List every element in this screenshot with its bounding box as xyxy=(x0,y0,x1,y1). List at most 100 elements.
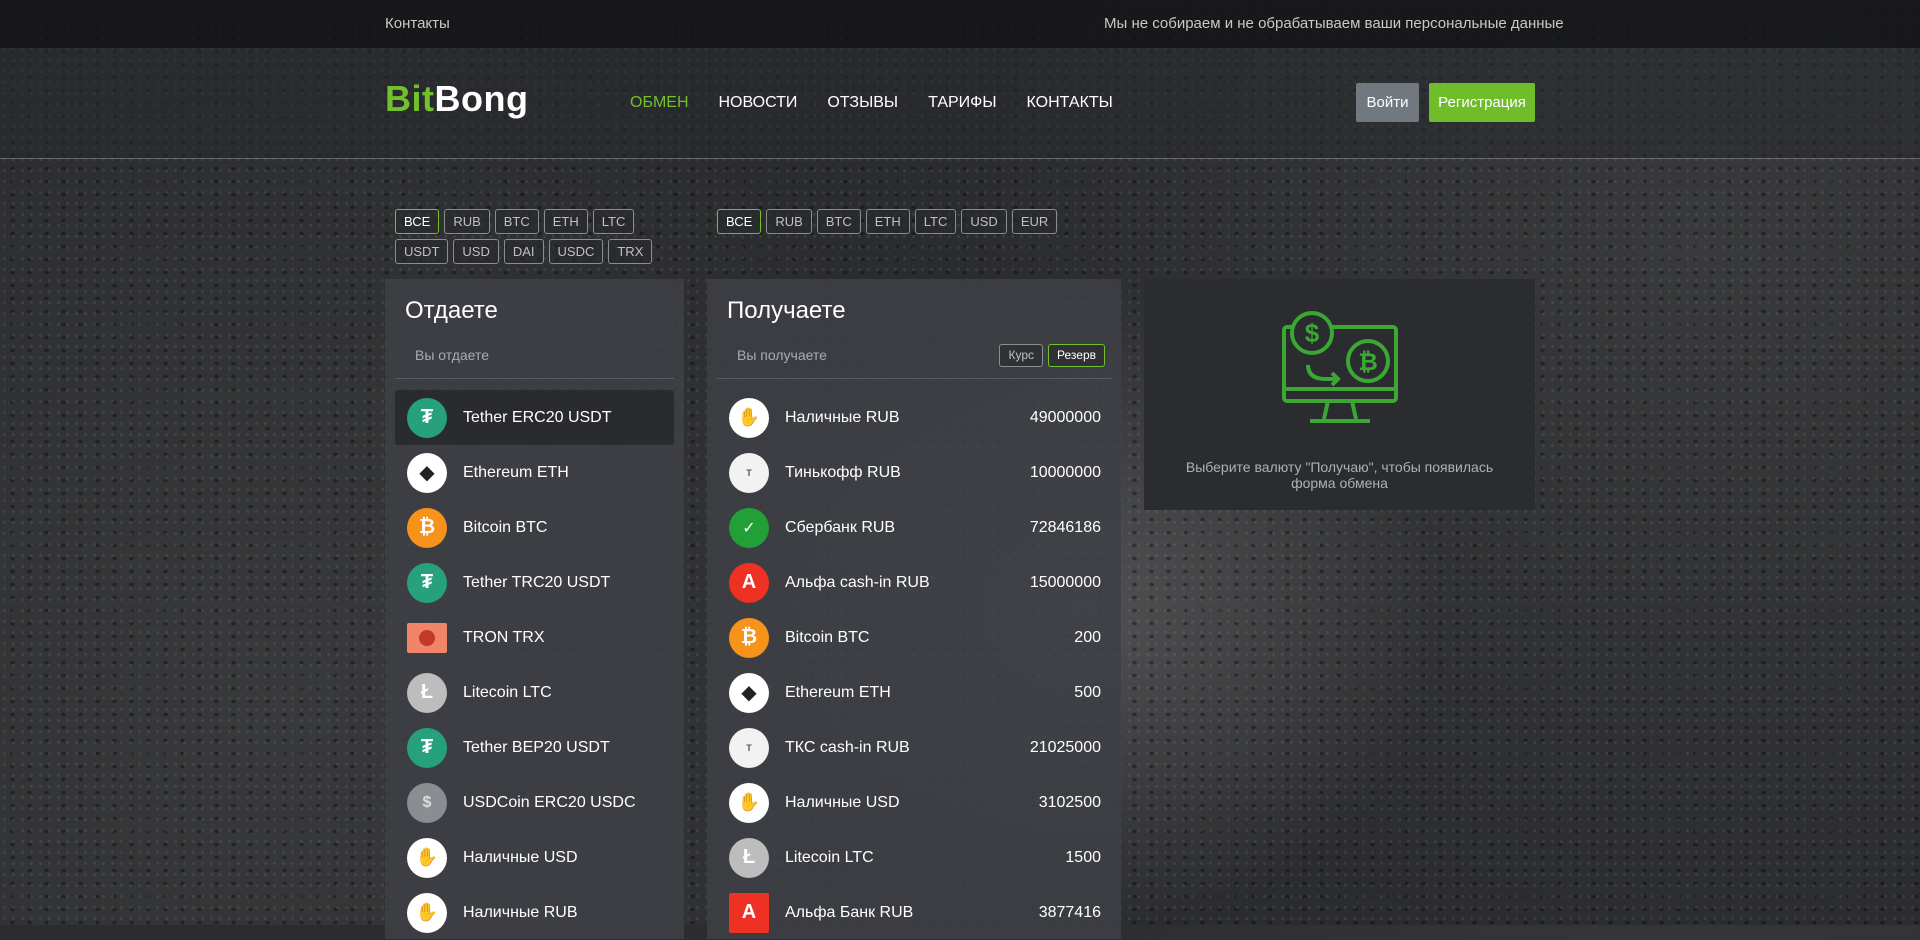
usdc-icon: $ xyxy=(407,782,447,823)
get-title: Получаете xyxy=(727,297,846,324)
get-item-label: Наличные USD xyxy=(785,793,900,811)
give-filter-btc[interactable]: BTC xyxy=(494,209,539,234)
give-item[interactable]: ✋ Наличные USD xyxy=(395,830,674,885)
ethereum-icon: ◆ xyxy=(729,672,769,713)
get-filter-ltc[interactable]: LTC xyxy=(914,209,957,234)
logo[interactable]: BitBong xyxy=(385,78,528,120)
alfa-icon: A xyxy=(729,562,769,603)
tinkoff-icon: T xyxy=(729,452,769,493)
cash-hand-icon: ✋ xyxy=(729,782,769,823)
tether-icon: ₮ xyxy=(407,562,447,603)
give-item-label: Ethereum ETH xyxy=(463,463,569,481)
bitcoin-icon: ₿ xyxy=(729,617,769,658)
nav-news[interactable]: НОВОСТИ xyxy=(719,94,798,112)
litecoin-icon: Ł xyxy=(407,672,447,713)
get-item[interactable]: ✋ Наличные RUB 49000000 xyxy=(717,390,1111,445)
get-filter-eth[interactable]: ETH xyxy=(865,209,910,234)
get-filter-rub[interactable]: RUB xyxy=(766,209,812,234)
give-item[interactable]: ₮ Tether ERC20 USDT xyxy=(395,390,674,445)
give-filter-rub[interactable]: RUB xyxy=(444,209,490,234)
exchange-info-panel: $ ₿ Выберите валюту "Получаю", чтобы поя… xyxy=(1144,279,1535,510)
cash-hand-icon: ✋ xyxy=(729,397,769,438)
get-item-label: Ethereum ETH xyxy=(785,683,891,701)
give-filter-eth[interactable]: ETH xyxy=(543,209,588,234)
bitcoin-icon: ₿ xyxy=(407,507,447,548)
get-filter-eur[interactable]: EUR xyxy=(1011,209,1058,234)
give-filter-dai[interactable]: DAI xyxy=(503,239,544,264)
get-filter-usd[interactable]: USD xyxy=(961,209,1007,234)
get-item-label: Альфа Банк RUB xyxy=(785,903,914,921)
get-item[interactable]: T ТКС cash-in RUB 21025000 xyxy=(717,720,1111,775)
get-item-label: Наличные RUB xyxy=(785,408,900,426)
privacy-notice: Мы не собираем и не обрабатываем ваши пе… xyxy=(1104,15,1564,32)
get-item-label: Bitcoin BTC xyxy=(785,628,870,646)
site-header: BitBong ОБМЕН НОВОСТИ ОТЗЫВЫ ТАРИФЫ КОНТ… xyxy=(0,48,1920,159)
give-item-label: USDCoin ERC20 USDC xyxy=(463,793,636,811)
get-item-reserve: 72846186 xyxy=(1029,518,1101,536)
give-item[interactable]: ₿ Bitcoin BTC xyxy=(395,500,674,555)
sberbank-icon: ✓ xyxy=(729,507,769,548)
top-contacts-link[interactable]: Контакты xyxy=(385,15,450,32)
cash-hand-icon: ✋ xyxy=(407,837,447,878)
get-item[interactable]: ✓ Сбербанк RUB 72846186 xyxy=(717,500,1111,555)
get-item-reserve: 200 xyxy=(1074,628,1101,646)
get-item-label: Litecoin LTC xyxy=(785,848,874,866)
get-filter-btc[interactable]: BTC xyxy=(816,209,861,234)
get-list: ✋ Наличные RUB 49000000 T Тинькофф RUB 1… xyxy=(717,390,1111,940)
sort-buttons: Курс Резерв xyxy=(999,344,1105,367)
give-item[interactable]: ✋ Наличные RUB xyxy=(395,885,674,940)
get-item-reserve: 1500 xyxy=(1065,848,1101,866)
give-filter-ltc[interactable]: LTC xyxy=(592,209,635,234)
give-filter-chips: ВСЕ RUB BTC ETH LTC USDT USD DAI USDC TR… xyxy=(395,209,675,264)
give-item-label: Наличные RUB xyxy=(463,903,578,921)
tether-icon: ₮ xyxy=(407,727,447,768)
give-filter-trx[interactable]: TRX xyxy=(608,239,653,264)
get-item[interactable]: A Альфа cash-in RUB 15000000 xyxy=(717,555,1111,610)
get-item[interactable]: A Альфа Банк RUB 3877416 xyxy=(717,885,1111,940)
get-filter-chips: ВСЕ RUB BTC ETH LTC USD EUR xyxy=(717,209,1117,234)
sort-rate-button[interactable]: Курс xyxy=(999,344,1044,367)
give-item[interactable]: $ USDCoin ERC20 USDC xyxy=(395,775,674,830)
give-filter-usdc[interactable]: USDC xyxy=(548,239,604,264)
give-item-label: Наличные USD xyxy=(463,848,578,866)
logo-text-white: Bong xyxy=(434,78,529,119)
get-item[interactable]: Ł Litecoin LTC 1500 xyxy=(717,830,1111,885)
give-filter-usd[interactable]: USD xyxy=(453,239,499,264)
exchange-info-text: Выберите валюту "Получаю", чтобы появила… xyxy=(1185,459,1494,491)
get-item[interactable]: T Тинькофф RUB 10000000 xyxy=(717,445,1111,500)
give-item[interactable]: TRON TRX xyxy=(395,610,674,665)
give-item[interactable]: ₮ Tether BEP20 USDT xyxy=(395,720,674,775)
register-button[interactable]: Регистрация xyxy=(1429,83,1535,122)
get-item[interactable]: ✋ Наличные USD 3102500 xyxy=(717,775,1111,830)
get-item[interactable]: ₿ Bitcoin BTC 200 xyxy=(717,610,1111,665)
svg-text:$: $ xyxy=(1305,318,1320,348)
give-item[interactable]: ◆ Ethereum ETH xyxy=(395,445,674,500)
sort-reserve-button[interactable]: Резерв xyxy=(1048,344,1105,367)
tinkoff-icon: T xyxy=(729,727,769,768)
nav-tariffs[interactable]: ТАРИФЫ xyxy=(928,94,996,112)
get-item[interactable]: ◆ Ethereum ETH 500 xyxy=(717,665,1111,720)
give-item-label: Tether ERC20 USDT xyxy=(463,408,612,426)
nav-exchange[interactable]: ОБМЕН xyxy=(630,94,689,112)
give-filter-usdt[interactable]: USDT xyxy=(395,239,449,264)
give-item[interactable]: Ł Litecoin LTC xyxy=(395,665,674,720)
get-item-reserve: 15000000 xyxy=(1029,573,1101,591)
get-item-reserve: 3102500 xyxy=(1038,793,1101,811)
get-item-reserve: 49000000 xyxy=(1029,408,1101,426)
top-bar: Контакты Мы не собираем и не обрабатывае… xyxy=(0,0,1920,48)
get-filter-all[interactable]: ВСЕ xyxy=(717,209,762,234)
give-item-label: Litecoin LTC xyxy=(463,683,552,701)
tron-icon xyxy=(407,622,447,653)
nav-contacts[interactable]: КОНТАКТЫ xyxy=(1027,94,1113,112)
give-item[interactable]: ₮ Tether TRC20 USDT xyxy=(395,555,674,610)
nav-reviews[interactable]: ОТЗЫВЫ xyxy=(827,94,898,112)
give-item-label: Tether BEP20 USDT xyxy=(463,738,610,756)
give-item-label: Tether TRC20 USDT xyxy=(463,573,611,591)
give-subtitle: Вы отдаете xyxy=(415,347,490,363)
login-button[interactable]: Войти xyxy=(1356,83,1419,122)
ethereum-icon: ◆ xyxy=(407,452,447,493)
get-panel: Получаете Вы получаете Курс Резерв ✋ Нал… xyxy=(707,279,1121,939)
get-item-label: Сбербанк RUB xyxy=(785,518,896,536)
give-filter-all[interactable]: ВСЕ xyxy=(395,209,440,234)
logo-text-green: Bit xyxy=(385,78,435,119)
